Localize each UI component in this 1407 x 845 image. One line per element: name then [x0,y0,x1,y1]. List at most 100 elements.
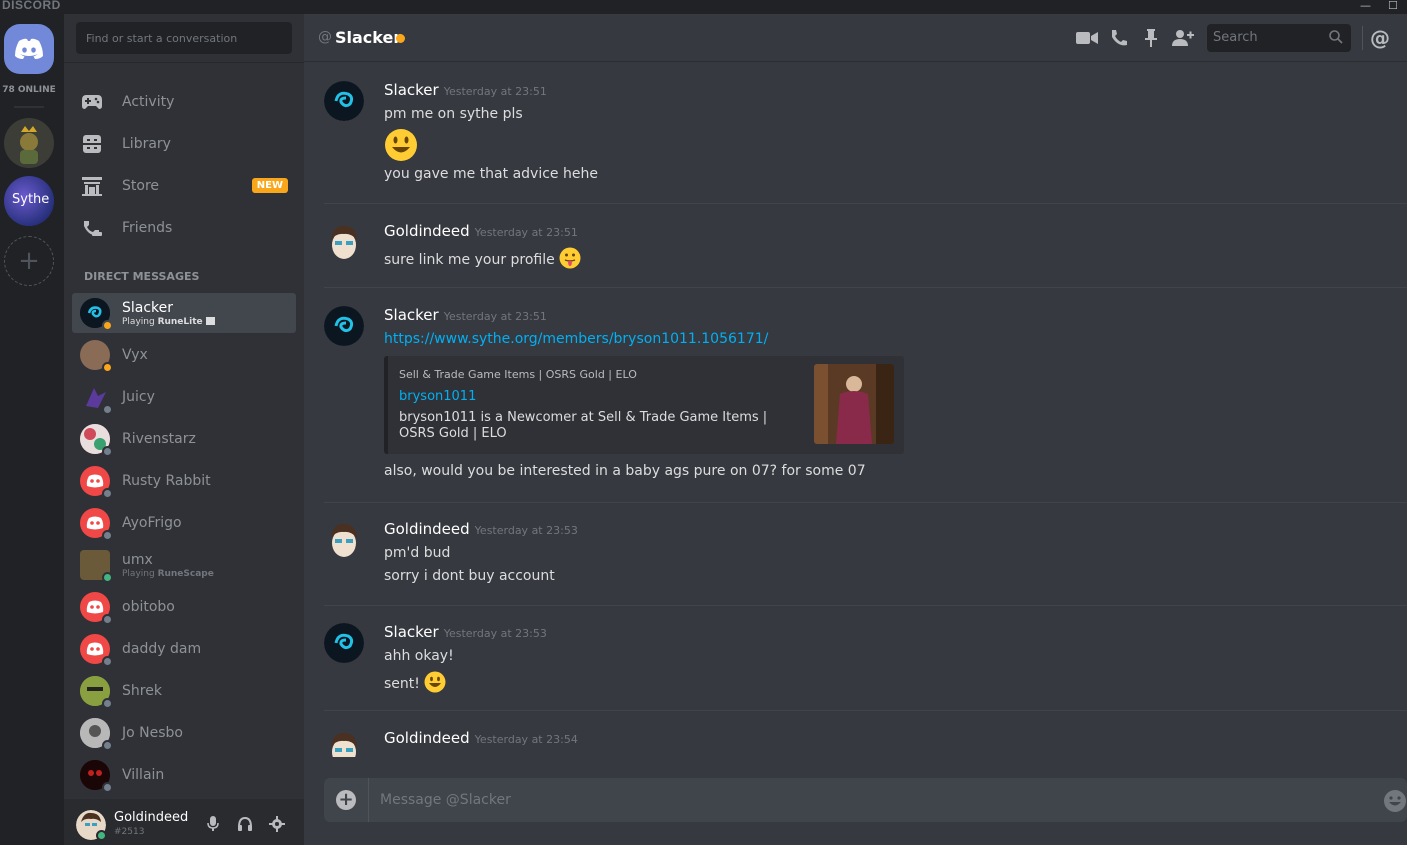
nav-friends[interactable]: Friends [72,208,296,248]
message-author[interactable]: Slacker Yesterday at 23:51 [384,81,547,99]
sidebar-divider [64,62,304,63]
message-text: sure link me your profile [384,252,555,268]
add-server-button[interactable]: + [4,236,54,286]
message-divider [324,605,1407,606]
message-author[interactable]: Goldindeed Yesterday at 23:53 [384,520,578,538]
guild-list: 78 ONLINE Sythe + [0,14,64,845]
dm-item-daddy-dam[interactable]: daddy dam [72,629,296,669]
embed-title-link[interactable]: bryson1011 [399,389,476,404]
nav-activity[interactable]: Activity [72,82,296,122]
dm-activity: Playing RuneScape [122,568,214,579]
nav-library[interactable]: Library [72,124,296,164]
status-dot [102,320,113,331]
title-bar: DISCORD — ☐ [0,0,1407,14]
avatar[interactable] [324,306,364,346]
settings-gear-icon[interactable] [268,815,286,833]
dm-item-villain[interactable]: Villain [72,755,296,795]
message-text: sorry i dont buy account [384,568,555,584]
dm-name: Jo Nesbo [122,725,183,741]
avatar[interactable] [324,222,364,262]
user-name: Goldindeed [114,810,189,825]
avatar [80,634,113,667]
status-dot [102,572,113,583]
nav-store-label: Store [122,178,160,194]
maximize-button[interactable]: ☐ [1388,0,1398,12]
embed-description: bryson1011 is a Newcomer at Sell & Trade… [399,410,768,441]
message-input[interactable]: Message @Slacker [368,778,1268,822]
headphones-icon[interactable] [236,815,254,833]
status-dot [102,404,113,415]
search-placeholder: Search [1213,30,1258,45]
dm-item-umx[interactable]: umx Playing RuneScape [72,545,296,585]
dm-item-juicy[interactable]: Juicy [72,377,296,417]
message-group: Slacker Yesterday at 23:53 ahh okay! sent… [324,623,1407,703]
message-author[interactable]: Slacker Yesterday at 23:51 [384,306,547,324]
avatar [80,718,113,751]
status-dot [102,656,113,667]
dm-name: Rivenstarz [122,431,196,447]
message-author[interactable]: Slacker Yesterday at 23:53 [384,623,547,641]
search-input[interactable]: Search [1207,24,1351,52]
channel-title: Slacker [335,28,402,47]
video-call-icon[interactable] [1075,26,1099,50]
at-symbol: @ [318,29,332,45]
header-separator [1362,26,1363,50]
nav-store[interactable]: Store NEW [72,166,296,206]
guild-icon-character[interactable] [4,118,54,168]
dm-item-slacker[interactable]: Slacker Playing RuneLite [72,293,296,333]
dm-name: obitobo [122,599,175,615]
avatar[interactable] [324,623,364,663]
message-line: sent! [384,671,446,697]
message-divider [324,203,1407,204]
direct-messages-header: DIRECT MESSAGES [84,270,200,283]
dm-item-shrek[interactable]: Shrek [72,671,296,711]
message-text: ahh okay! [384,648,454,664]
microphone-icon[interactable] [204,815,222,833]
avatar [80,424,113,457]
message-divider [324,502,1407,503]
status-dot [102,740,113,751]
dm-item-rivenstarz[interactable]: Rivenstarz [72,419,296,459]
add-friend-icon[interactable] [1171,26,1195,50]
store-icon [80,174,104,198]
status-dot [102,362,113,373]
home-button[interactable] [4,24,54,74]
message-author[interactable]: Goldindeed Yesterday at 23:54 [384,729,578,747]
find-conversation-input[interactable]: Find or start a conversation [76,22,292,54]
dm-item-ayofrigo[interactable]: AyoFrigo [72,503,296,543]
dm-activity: Playing RuneLite [122,317,215,327]
voice-call-icon[interactable] [1107,26,1131,50]
avatar[interactable] [324,520,364,560]
embed-thumbnail[interactable] [814,364,894,444]
mentions-icon[interactable]: @ [1368,26,1392,50]
emoji-picker-icon[interactable] [1383,789,1407,817]
search-icon [1329,30,1343,48]
tongue-emoji-icon [559,247,581,273]
avatar [80,298,113,331]
chat-header: @ Slacker Search @ [304,14,1407,62]
pin-icon[interactable] [1139,26,1163,50]
message-group: Slacker Yesterday at 23:51 https://www.sy… [324,306,1407,486]
message-composer: + Message @Slacker [324,778,1407,822]
dm-item-jo-nesbo[interactable]: Jo Nesbo [72,713,296,753]
smiley-emoji-icon [424,671,446,697]
sythe-label: Sythe [12,192,50,207]
new-badge: NEW [251,178,288,193]
dm-item-obitobo[interactable]: obitobo [72,587,296,627]
avatar[interactable] [324,81,364,121]
library-icon [80,132,104,156]
message-timestamp: Yesterday at 23:51 [443,85,547,98]
dm-item-rusty-rabbit[interactable]: Rusty Rabbit [72,461,296,501]
avatar[interactable] [324,729,364,757]
guild-icon-sythe[interactable]: Sythe [4,176,54,226]
message-list[interactable]: Slacker Yesterday at 23:51 pm me on sythe… [304,62,1407,757]
message-group: Slacker Yesterday at 23:51 pm me on sythe… [324,81,1407,201]
dm-item-vyx[interactable]: Vyx [72,335,296,375]
upload-plus-button[interactable]: + [336,790,356,810]
embed-provider: Sell & Trade Game Items | OSRS Gold | EL… [399,368,637,381]
dm-name: Shrek [122,683,162,699]
message-author[interactable]: Goldindeed Yesterday at 23:51 [384,222,578,240]
minimize-button[interactable]: — [1360,0,1371,12]
profile-link[interactable]: https://www.sythe.org/members/bryson1011… [384,331,768,347]
message-text: sent! [384,676,420,692]
